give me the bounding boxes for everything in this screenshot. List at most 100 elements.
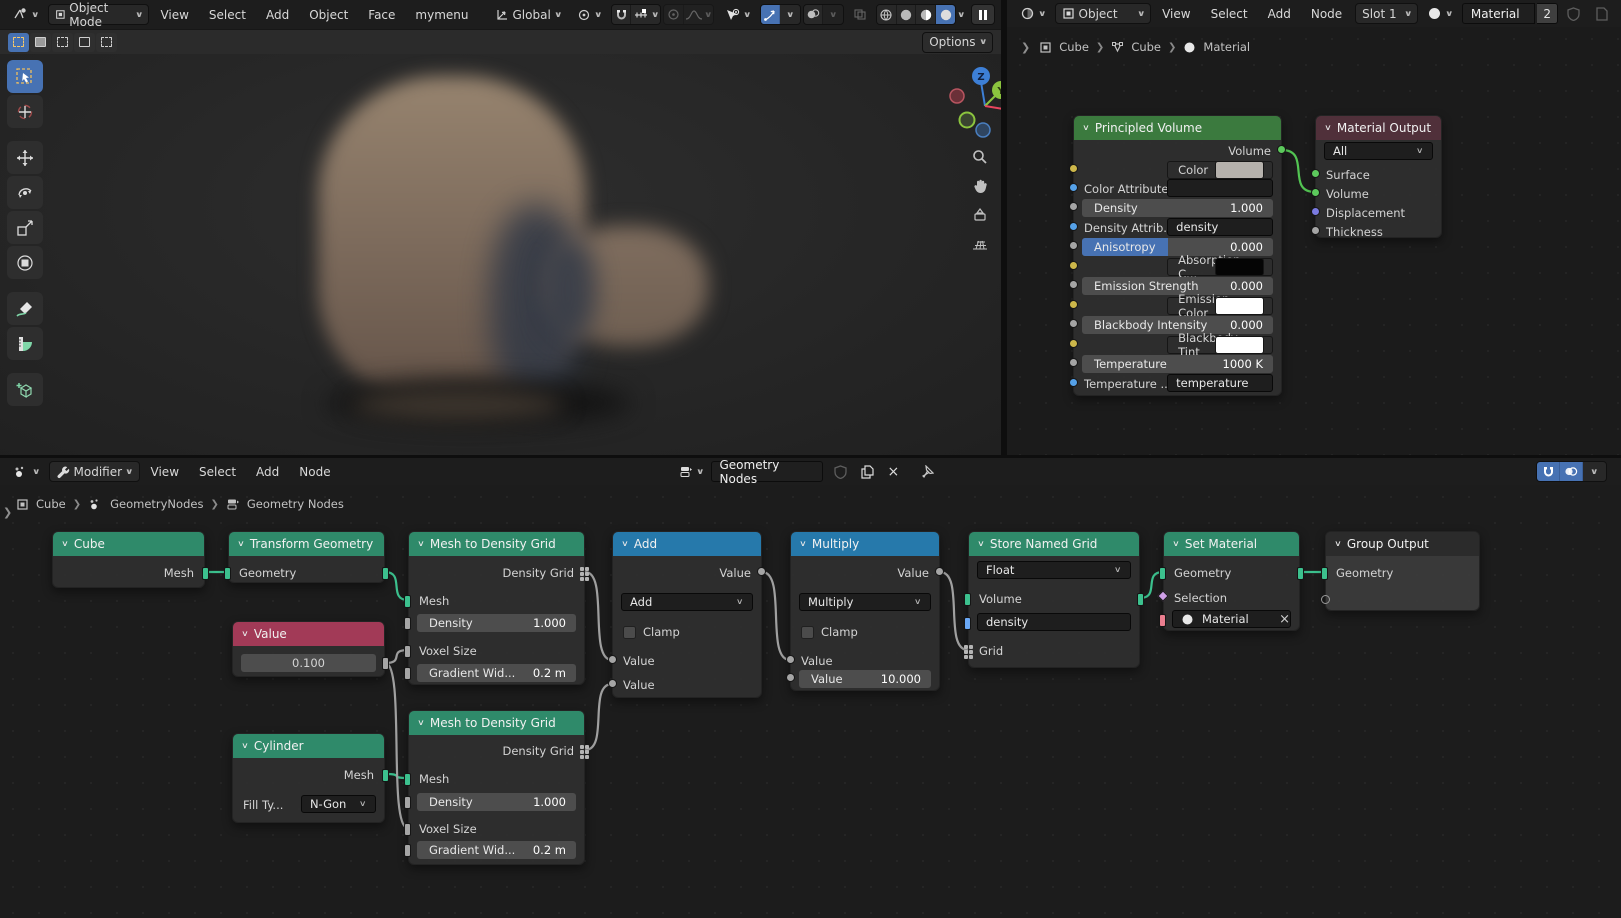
slider[interactable]: Density1.000: [417, 793, 576, 811]
mesh-to-density-grid-2[interactable]: ∨Mesh to Density GridDensity GridMeshDen…: [408, 710, 585, 865]
add-node[interactable]: ∨AddValueAdd∨ClampValueValue: [612, 531, 762, 698]
node-socket[interactable]: [757, 567, 766, 576]
fake-user-shield-button[interactable]: [1560, 3, 1587, 24]
menu-node[interactable]: Node: [1302, 4, 1351, 24]
checkbox[interactable]: [623, 626, 636, 639]
node-socket[interactable]: [404, 823, 411, 836]
gizmos-toggle-group[interactable]: ∨: [760, 4, 801, 25]
node-header[interactable]: ∨Multiply: [791, 532, 939, 556]
color-swatch[interactable]: [1215, 161, 1264, 179]
node-socket[interactable]: [1311, 169, 1320, 178]
tool-rotate[interactable]: [7, 176, 43, 209]
node-socket[interactable]: [786, 673, 795, 682]
node-socket[interactable]: [1069, 300, 1078, 309]
cube-node[interactable]: ∨CubeMesh: [52, 531, 205, 588]
editor-type-button[interactable]: ∨: [6, 4, 46, 25]
xray-toggle[interactable]: [846, 4, 874, 25]
node-socket[interactable]: [1069, 358, 1078, 367]
viewport-canvas[interactable]: [0, 0, 1001, 455]
material-name-field[interactable]: Material: [1462, 3, 1536, 24]
snap-node-controls[interactable]: ∨: [1536, 461, 1607, 482]
color-swatch[interactable]: [1215, 297, 1264, 315]
node-socket[interactable]: [786, 655, 795, 664]
node-header[interactable]: ∨Value: [233, 622, 384, 646]
node-socket[interactable]: [1311, 188, 1320, 197]
pivot-point-dropdown[interactable]: ∨: [570, 4, 609, 25]
transform-geometry-node[interactable]: ∨Transform GeometryGeometry: [228, 531, 385, 583]
node-header[interactable]: ∨Material Output: [1316, 116, 1441, 140]
orthographic-grid-icon[interactable]: [969, 233, 991, 255]
node-socket[interactable]: [1069, 378, 1078, 387]
menu-view[interactable]: View: [1153, 4, 1199, 24]
node-tree-name-field[interactable]: Geometry Nodes: [711, 461, 823, 482]
node-socket[interactable]: [1311, 226, 1320, 235]
node-socket[interactable]: [1159, 567, 1166, 580]
text-field[interactable]: [1167, 179, 1273, 197]
menu-select[interactable]: Select: [1202, 4, 1257, 24]
tool-measure[interactable]: [7, 327, 43, 360]
browse-material-button[interactable]: ∨: [1420, 3, 1460, 24]
material-output[interactable]: ∨Material OutputAll∨SurfaceVolumeDisplac…: [1315, 115, 1442, 238]
multiply-node[interactable]: ∨MultiplyValueMultiply∨ClampValueValue10…: [790, 531, 940, 691]
menu-node[interactable]: Node: [290, 462, 339, 482]
node-header[interactable]: ∨Cube: [53, 532, 204, 556]
crumb-modifier[interactable]: GeometryNodes: [110, 497, 203, 511]
node-socket[interactable]: [382, 567, 389, 580]
menu-add[interactable]: Add: [1259, 4, 1300, 24]
node-socket[interactable]: [1069, 241, 1078, 250]
node-socket[interactable]: [964, 593, 971, 606]
node-header[interactable]: ∨Principled Volume: [1074, 116, 1281, 140]
node-socket[interactable]: [404, 667, 411, 680]
menu-select[interactable]: Select: [190, 462, 245, 482]
node-tree-type-dropdown[interactable]: Modifier∨: [49, 461, 140, 482]
node-header[interactable]: ∨Set Material: [1164, 532, 1299, 556]
node-header[interactable]: ∨Cylinder: [233, 734, 384, 758]
unlink-node-tree-button[interactable]: ×: [881, 461, 907, 482]
tool-cursor[interactable]: [7, 95, 43, 128]
menu-mymenu[interactable]: mymenu: [406, 5, 477, 25]
pan-hand-icon[interactable]: [969, 175, 991, 197]
shading-dropdown[interactable]: ∨: [958, 11, 966, 19]
color-swatch[interactable]: [1215, 336, 1264, 354]
node-socket[interactable]: [1297, 567, 1304, 580]
new-material-button[interactable]: [1589, 3, 1615, 24]
menu-add[interactable]: Add: [257, 5, 298, 25]
slider[interactable]: Temperature1000 K: [1082, 355, 1273, 373]
region-toggle-arrow[interactable]: ❯: [1021, 41, 1030, 54]
node-socket[interactable]: [935, 567, 944, 576]
tool-scale[interactable]: [7, 211, 43, 244]
node-socket[interactable]: [1069, 261, 1078, 270]
node-socket[interactable]: [404, 773, 411, 786]
slider[interactable]: Gradient Wid...0.2 m: [417, 664, 576, 682]
material-users-count[interactable]: 2: [1537, 3, 1558, 24]
tool-move[interactable]: [7, 141, 43, 174]
crumb-mesh[interactable]: Cube: [1131, 40, 1161, 54]
dropdown[interactable]: Multiply∨: [799, 593, 931, 611]
shading-mode-group[interactable]: [876, 4, 956, 25]
shader-type-dropdown[interactable]: Object∨: [1055, 3, 1152, 24]
slider[interactable]: Emission Strength0.000: [1082, 277, 1273, 295]
node-header[interactable]: ∨Group Output: [1326, 532, 1479, 556]
node-socket[interactable]: [580, 745, 589, 758]
tool-annotate[interactable]: [7, 292, 43, 325]
node-socket[interactable]: [404, 645, 411, 658]
node-socket[interactable]: [404, 617, 411, 630]
pause-render-button[interactable]: [971, 4, 995, 25]
checkbox[interactable]: [801, 626, 814, 639]
material-slot-dropdown[interactable]: Slot 1∨: [1355, 3, 1418, 24]
node-socket[interactable]: [1321, 567, 1328, 580]
browse-node-tree-button[interactable]: ∨: [672, 461, 711, 482]
cylinder-node[interactable]: ∨CylinderMeshFill Ty...N-Gon∨: [232, 733, 385, 823]
transform-orientation-dropdown[interactable]: Global∨: [488, 4, 569, 25]
text-field[interactable]: temperature: [1167, 374, 1273, 392]
color-swatch[interactable]: [1215, 258, 1264, 276]
node-socket[interactable]: [580, 567, 589, 580]
fake-user-shield-button[interactable]: [827, 461, 854, 482]
material-field[interactable]: Material×: [1172, 610, 1291, 628]
group-output-node[interactable]: ∨Group OutputGeometry: [1325, 531, 1480, 611]
mesh-to-density-grid-1[interactable]: ∨Mesh to Density GridDensity GridMeshDen…: [408, 531, 585, 685]
menu-view[interactable]: View: [151, 5, 197, 25]
pin-icon[interactable]: [914, 461, 941, 482]
node-socket[interactable]: [1069, 202, 1078, 211]
node-socket[interactable]: [1159, 614, 1166, 627]
